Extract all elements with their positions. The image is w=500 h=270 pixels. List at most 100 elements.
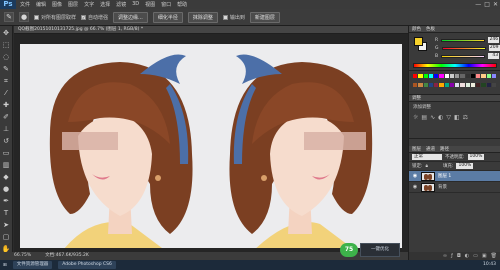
r-value[interactable]: 246 — [488, 37, 500, 43]
tab-layers[interactable]: 图层 — [412, 146, 421, 152]
tab-swatches[interactable]: 色板 — [426, 26, 435, 32]
menu-select[interactable]: 选择 — [100, 1, 110, 8]
slider-r[interactable]: R 246 — [435, 37, 500, 43]
maximize-button[interactable]: □ — [484, 0, 490, 9]
close-button[interactable]: ✕ — [493, 0, 498, 9]
window-controls: — □ ✕ — [475, 0, 498, 9]
link-layers-icon[interactable]: ∞ — [443, 252, 447, 260]
minimize-button[interactable]: — — [475, 0, 481, 9]
new-layer-button[interactable]: 新建图层 — [249, 11, 280, 23]
layer-row-1[interactable]: ◉ 图层 1 — [409, 171, 500, 182]
quick-select-tool-icon[interactable]: ✎ — [2, 65, 11, 74]
score-badge[interactable]: 75 — [340, 243, 358, 257]
menu-help[interactable]: 帮助 — [177, 1, 187, 8]
menu-filter[interactable]: 滤镜 — [116, 1, 126, 8]
tab-adjustments[interactable]: 调整 — [412, 95, 421, 101]
b-value[interactable]: 43 — [488, 53, 500, 59]
menu-3d[interactable]: 3D — [132, 1, 139, 8]
visibility-eye-icon[interactable]: ◉ — [412, 184, 418, 190]
checkbox-icon: ✓ — [81, 14, 87, 20]
exposure-icon[interactable]: ◐ — [438, 114, 443, 121]
slider-track[interactable] — [441, 54, 486, 58]
marquee-tool-icon[interactable]: ⬚ — [2, 41, 11, 50]
opacity-label: 不透明度: — [445, 155, 465, 160]
lock-icon[interactable]: 🔒︎ — [426, 163, 428, 169]
refine-radius-button[interactable]: 细化半径 — [152, 11, 183, 23]
brightness-icon[interactable]: ☼ — [413, 114, 418, 121]
trash-icon[interactable]: 🗑︎ — [491, 252, 497, 260]
fill-label: 填充: — [442, 164, 454, 169]
optimize-button[interactable]: 一键优化 — [360, 243, 400, 257]
taskbar-explorer[interactable]: 文件资源管理器 — [12, 261, 53, 269]
document-canvas[interactable] — [20, 44, 402, 248]
layer-row-background[interactable]: ◉ 背景 — [409, 182, 500, 193]
new-layer-icon[interactable]: ▣ — [482, 252, 487, 260]
menu-window[interactable]: 窗口 — [161, 1, 171, 8]
levels-icon[interactable]: ▤ — [421, 114, 427, 121]
blend-mode-select[interactable]: 正常 — [412, 154, 442, 160]
move-tool-icon[interactable]: ✥ — [2, 29, 11, 38]
brush-size-icon[interactable]: ● — [19, 12, 29, 22]
shape-tool-icon[interactable]: ▢ — [2, 233, 11, 242]
layer-thumbnail — [421, 171, 435, 181]
eraser-tool-icon[interactable]: ▭ — [2, 149, 11, 158]
dodge-tool-icon[interactable]: ● — [2, 185, 11, 194]
auto-enhance-checkbox[interactable]: ✓ 自动增强 — [81, 14, 108, 21]
taskbar-photoshop[interactable]: Adobe Photoshop CS6 — [58, 261, 116, 269]
color-spectrum[interactable] — [413, 63, 497, 68]
swatches-grid[interactable] — [409, 71, 500, 95]
hue-saturation-icon[interactable]: ◧ — [454, 114, 460, 121]
tab-channels[interactable]: 通道 — [426, 146, 435, 152]
mask-icon[interactable]: ◘ — [457, 252, 461, 260]
color-balance-icon[interactable]: ⚖ — [463, 114, 468, 121]
menu-layer[interactable]: 图层 — [68, 1, 78, 8]
crop-tool-icon[interactable]: ⌗ — [2, 77, 11, 86]
eyedropper-tool-icon[interactable]: ⁄ — [2, 89, 11, 98]
vibrance-icon[interactable]: ▽ — [446, 114, 451, 121]
gradient-tool-icon[interactable]: ▥ — [2, 161, 11, 170]
lasso-tool-icon[interactable]: ◌ — [2, 53, 11, 62]
healing-tool-icon[interactable]: ✚ — [2, 101, 11, 110]
quick-selection-tool-icon[interactable]: ✎ — [4, 12, 14, 22]
fx-icon[interactable]: ƒ — [451, 252, 453, 260]
zoom-level[interactable]: 66.75% — [14, 252, 31, 260]
tab-paths[interactable]: 路径 — [440, 146, 449, 152]
refine-edge-button[interactable]: 调整边缘... — [113, 11, 148, 23]
brush-tool-icon[interactable]: ✐ — [2, 113, 11, 122]
group-icon[interactable]: ▭ — [473, 252, 478, 260]
tab-color[interactable]: 颜色 — [412, 26, 421, 32]
slider-b[interactable]: B 43 — [435, 53, 500, 59]
layers-panel-header: 图层 通道 路径 — [409, 146, 500, 153]
g-value[interactable]: 209 — [488, 45, 500, 51]
menu-edit[interactable]: 编辑 — [36, 1, 46, 8]
output-to-checkbox[interactable]: 输出到 — [222, 14, 245, 21]
tools-panel: ✥ ⬚ ◌ ✎ ⌗ ⁄ ✚ ✐ ⊥ ↺ ▭ ▥ ◆ ● ✒ T ➤ ▢ ✋ ⚲ — [0, 26, 13, 265]
blur-tool-icon[interactable]: ◆ — [2, 173, 11, 182]
adjustment-icons: ☼ ▤ ∿ ◐ ▽ ◧ ⚖ — [413, 114, 496, 121]
document-tab[interactable]: QQ截图20151010131725.jpg @ 66.7% (图层 1, RG… — [14, 26, 408, 34]
history-brush-tool-icon[interactable]: ↺ — [2, 137, 11, 146]
slider-g[interactable]: G 209 — [435, 45, 500, 51]
layers-panel: 图层 通道 路径 正常 不透明度: 100% 锁定: 🔒︎ 填充: 100% ◉… — [409, 146, 500, 260]
layer-thumbnail — [421, 182, 435, 192]
adjustments-header: 调整 — [409, 95, 500, 102]
type-tool-icon[interactable]: T — [2, 209, 11, 218]
color-foreground-swatch[interactable] — [414, 37, 423, 46]
erase-refinements-button[interactable]: 抹除调整 — [187, 11, 218, 23]
slider-track[interactable] — [441, 38, 486, 42]
menu-type[interactable]: 文字 — [84, 1, 94, 8]
clone-stamp-tool-icon[interactable]: ⊥ — [2, 125, 11, 134]
visibility-eye-icon[interactable]: ◉ — [412, 173, 418, 179]
menu-view[interactable]: 视图 — [145, 1, 155, 8]
curves-icon[interactable]: ∿ — [430, 114, 435, 121]
path-select-tool-icon[interactable]: ➤ — [2, 221, 11, 230]
slider-track[interactable] — [441, 46, 486, 50]
sample-all-layers-checkbox[interactable]: 对所有图层取样 — [34, 14, 76, 21]
pen-tool-icon[interactable]: ✒ — [2, 197, 11, 206]
new-fill-icon[interactable]: ◐ — [465, 252, 469, 260]
menu-image[interactable]: 图像 — [52, 1, 62, 8]
start-button[interactable]: ⊞ — [3, 263, 7, 268]
menu-file[interactable]: 文件 — [20, 1, 30, 8]
opacity-input[interactable]: 100% — [467, 154, 485, 160]
fill-input[interactable]: 100% — [456, 163, 474, 169]
